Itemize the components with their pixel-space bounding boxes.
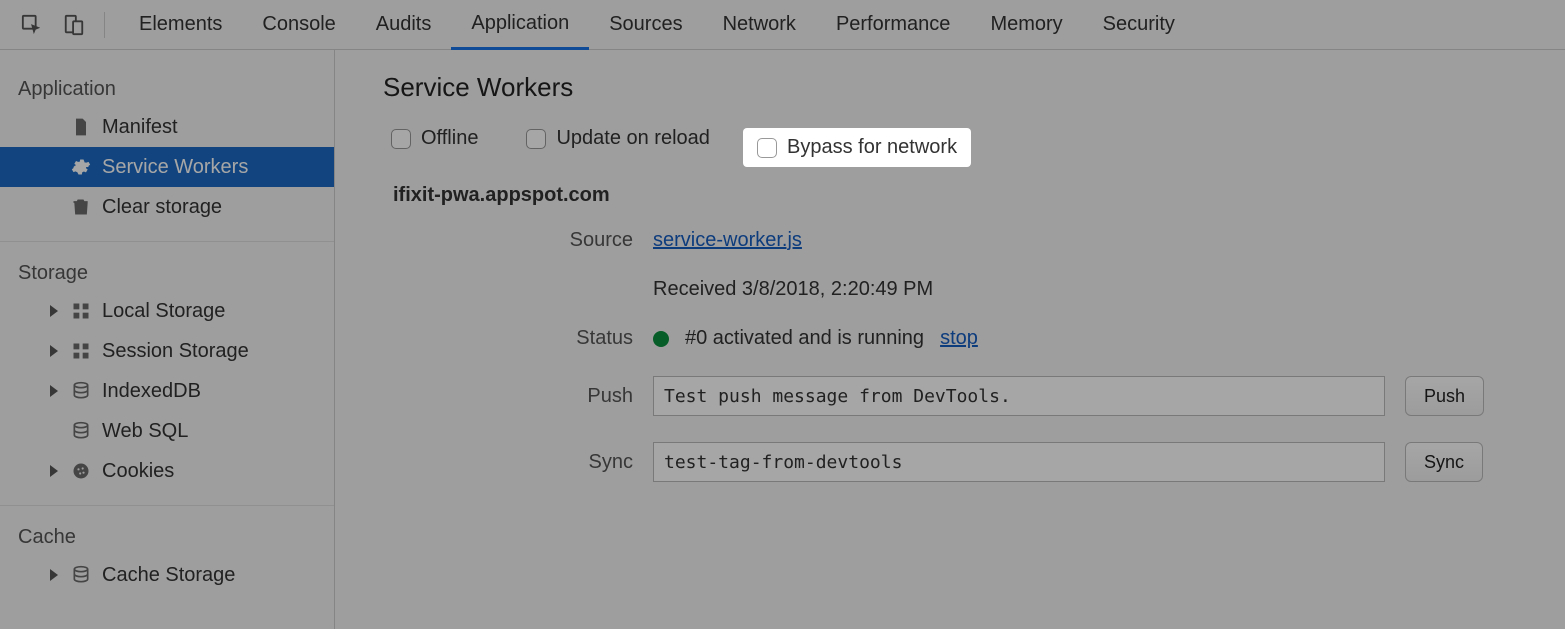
tab-security[interactable]: Security [1083,0,1195,50]
device-toolbar-icon[interactable] [60,11,88,39]
status-running-dot-icon [653,331,669,347]
grid-icon [70,340,92,362]
status-text: #0 activated and is running [685,327,924,350]
sidebar-item-label: Clear storage [102,196,222,219]
application-sidebar: Application Manifest Service Workers Clear … [0,50,335,629]
tab-audits[interactable]: Audits [356,0,452,50]
sidebar-item-label: Web SQL [102,420,188,443]
sidebar-section-storage: Storage [0,252,334,291]
status-value: #0 activated and is running stop [653,327,1385,350]
source-link[interactable]: service-worker.js [653,229,802,252]
tab-performance[interactable]: Performance [816,0,971,50]
sidebar-item-label: Local Storage [102,300,225,323]
tabbar-divider [104,12,105,38]
file-icon [70,116,92,138]
sidebar-item-label: Session Storage [102,340,249,363]
cookie-icon [70,460,92,482]
sidebar-item-clear-storage[interactable]: Clear storage [0,187,334,227]
update-on-reload-label: Update on reload [556,127,709,150]
sync-label: Sync [393,451,633,474]
bypass-for-network-checkbox[interactable]: Bypass for network [743,128,971,167]
sidebar-section-cache: Cache [0,516,334,555]
db-icon [70,420,92,442]
inspect-element-icon[interactable] [18,11,46,39]
sidebar-item-indexeddb[interactable]: IndexedDB [0,371,334,411]
sidebar-section-application: Application [0,68,334,107]
sidebar-item-label: Cookies [102,460,174,483]
pane-title: Service Workers [383,72,1525,103]
sidebar-item-manifest[interactable]: Manifest [0,107,334,147]
update-on-reload-checkbox[interactable]: Update on reload [518,123,717,154]
expand-triangle-icon [50,385,58,397]
tab-elements[interactable]: Elements [119,0,242,50]
gear-icon [70,156,92,178]
sidebar-item-cache-storage[interactable]: Cache Storage [0,555,334,595]
offline-checkbox[interactable]: Offline [383,123,486,154]
tab-sources[interactable]: Sources [589,0,702,50]
push-button[interactable]: Push [1405,376,1484,416]
grid-icon [70,300,92,322]
source-value: service-worker.js [653,229,1385,252]
db-icon [70,564,92,586]
devtools-tab-bar: ElementsConsoleAuditsApplicationSourcesN… [0,0,1565,50]
bypass-for-network-label: Bypass for network [787,136,957,159]
sidebar-item-service-workers[interactable]: Service Workers [0,147,334,187]
sidebar-item-label: Service Workers [102,156,248,179]
sidebar-item-label: Cache Storage [102,564,235,587]
tab-network[interactable]: Network [703,0,816,50]
sync-input[interactable] [653,442,1385,482]
status-label: Status [393,327,633,350]
expand-triangle-icon [50,465,58,477]
expand-triangle-icon [50,305,58,317]
tab-application[interactable]: Application [451,0,589,50]
sidebar-item-session-storage[interactable]: Session Storage [0,331,334,371]
sync-button[interactable]: Sync [1405,442,1483,482]
sidebar-item-web-sql[interactable]: Web SQL [0,411,334,451]
sidebar-item-local-storage[interactable]: Local Storage [0,291,334,331]
sidebar-item-label: IndexedDB [102,380,201,403]
push-label: Push [393,385,633,408]
trash-icon [70,196,92,218]
push-input[interactable] [653,376,1385,416]
source-label: Source [393,229,633,252]
db-icon [70,380,92,402]
tab-console[interactable]: Console [242,0,355,50]
tab-memory[interactable]: Memory [970,0,1082,50]
sidebar-item-cookies[interactable]: Cookies [0,451,334,491]
offline-label: Offline [421,127,478,150]
sw-origin: ifixit-pwa.appspot.com [393,184,1525,207]
expand-triangle-icon [50,569,58,581]
sidebar-item-label: Manifest [102,116,178,139]
stop-link[interactable]: stop [940,327,978,350]
received-text: Received 3/8/2018, 2:20:49 PM [653,278,1385,301]
expand-triangle-icon [50,345,58,357]
